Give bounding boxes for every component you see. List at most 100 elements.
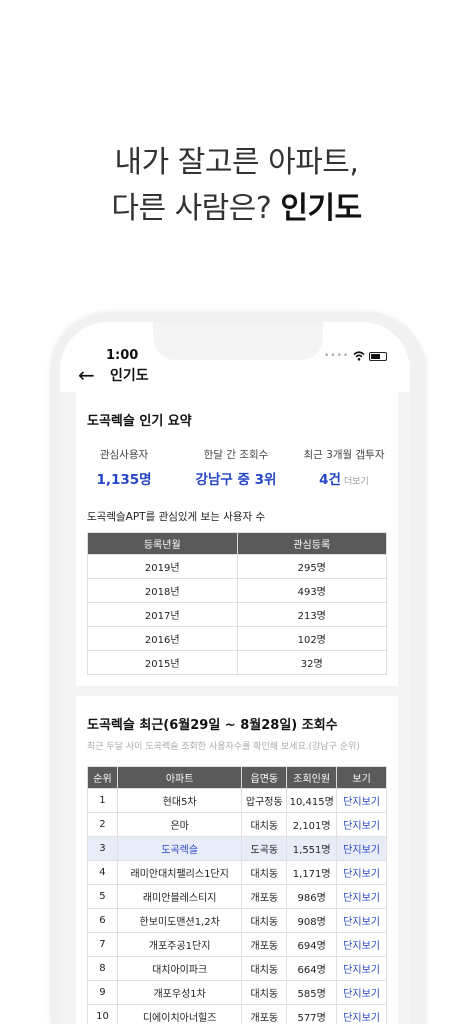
back-arrow-icon[interactable]: ← bbox=[78, 365, 110, 385]
battery-icon bbox=[369, 351, 388, 361]
viewers-cell: 1,551명 bbox=[286, 836, 338, 861]
rank-cell: 8 bbox=[87, 956, 118, 981]
wifi-icon bbox=[353, 351, 365, 361]
rank-cell: 3 bbox=[87, 836, 118, 861]
view-link[interactable]: 단지보기 bbox=[336, 860, 387, 885]
view-link[interactable]: 단지보기 bbox=[336, 884, 387, 909]
apartment-cell: 디에이치아너힐즈 bbox=[116, 1004, 243, 1024]
dong-cell: 대치동 bbox=[241, 908, 288, 933]
views-title: 도곡렉슬 최근(6월29일 ~ 8월28일) 조회수 bbox=[87, 718, 338, 733]
viewers-cell: 908명 bbox=[286, 908, 338, 933]
col-header-month: 등록년월 bbox=[87, 532, 238, 555]
rank-cell: 5 bbox=[87, 884, 118, 909]
summary-value-views: 강남구 중 3위 bbox=[195, 472, 277, 488]
interest-table: 등록년월 관심등록 2019년 295명 2018년 493명 2017년 213명 201… bbox=[87, 532, 387, 675]
interest-table-header: 등록년월 관심등록 bbox=[87, 532, 387, 555]
interest-month-cell: 2019년 bbox=[87, 554, 238, 579]
nav-title: 인기도 bbox=[110, 368, 149, 384]
dong-cell: 대치동 bbox=[241, 812, 288, 837]
apartment-cell: 도곡렉슬 bbox=[116, 836, 243, 861]
views-row: 6 한보미도맨션1,2차 대치동 908명 단지보기 bbox=[87, 908, 387, 933]
interest-count-cell: 32명 bbox=[236, 650, 387, 675]
view-link[interactable]: 단지보기 bbox=[336, 836, 387, 861]
status-time: 1:00 bbox=[106, 348, 139, 363]
apartment-cell: 현대5차 bbox=[116, 788, 243, 813]
view-link[interactable]: 단지보기 bbox=[336, 812, 387, 837]
views-row: 5 래미안블레스티지 개포동 986명 단지보기 bbox=[87, 884, 387, 909]
status-icons: •••• bbox=[324, 350, 388, 362]
page-headline: 내가 잘고른 아파트, 다른 사람은? 인기도 bbox=[0, 140, 473, 232]
interest-count-cell: 493명 bbox=[236, 578, 387, 603]
apartment-cell: 한보미도맨션1,2차 bbox=[116, 908, 243, 933]
views-card: 도곡렉슬 최근(6월29일 ~ 8월28일) 조회수 최근 두달 사이 도곡렉슬… bbox=[76, 696, 398, 1024]
views-row: 9 개포우성1차 대치동 585명 단지보기 bbox=[87, 980, 387, 1005]
col-header-apartment: 아파트 bbox=[116, 766, 243, 789]
view-link[interactable]: 단지보기 bbox=[336, 932, 387, 957]
views-row: 7 개포주공1단지 개포동 694명 단지보기 bbox=[87, 932, 387, 957]
interest-month-cell: 2016년 bbox=[87, 626, 238, 651]
headline-line1: 내가 잘고른 아파트, bbox=[114, 145, 359, 180]
interest-row: 2017년 213명 bbox=[87, 602, 387, 627]
headline-line2-prefix: 다른 사람은? bbox=[111, 191, 281, 226]
rank-cell: 1 bbox=[87, 788, 118, 813]
interest-row: 2018년 493명 bbox=[87, 578, 387, 603]
dong-cell: 대치동 bbox=[241, 956, 288, 981]
interest-count-cell: 213명 bbox=[236, 602, 387, 627]
dong-cell: 대치동 bbox=[241, 980, 288, 1005]
rank-cell: 6 bbox=[87, 908, 118, 933]
interest-row: 2015년 32명 bbox=[87, 650, 387, 675]
apartment-cell: 대치아이파크 bbox=[116, 956, 243, 981]
viewers-cell: 1,171명 bbox=[286, 860, 338, 885]
summary-card: 도곡렉슬 인기 요약 관심사용자 한달 간 조회수 최근 3개월 갭투자 1,1… bbox=[76, 392, 398, 686]
rank-cell: 9 bbox=[87, 980, 118, 1005]
interest-month-cell: 2015년 bbox=[87, 650, 238, 675]
view-link[interactable]: 단지보기 bbox=[336, 956, 387, 981]
views-row: 1 현대5차 압구정동 10,415명 단지보기 bbox=[87, 788, 387, 813]
rank-cell: 7 bbox=[87, 932, 118, 957]
interest-table-title: 도곡렉슬APT를 관심있게 보는 사용자 수 bbox=[87, 511, 266, 523]
summary-label-views: 한달 간 조회수 bbox=[203, 449, 269, 461]
dong-cell: 도곡동 bbox=[241, 836, 288, 861]
col-header-dong: 읍면동 bbox=[241, 766, 288, 789]
view-link[interactable]: 단지보기 bbox=[336, 788, 387, 813]
headline-line2: 다른 사람은? 인기도 bbox=[0, 186, 473, 232]
views-table-header: 순위 아파트 읍면동 조회인원 보기 bbox=[87, 766, 387, 789]
view-link[interactable]: 단지보기 bbox=[336, 908, 387, 933]
viewers-cell: 2,101명 bbox=[286, 812, 338, 837]
summary-gap-count: 4건 bbox=[319, 472, 341, 488]
apartment-cell: 개포주공1단지 bbox=[116, 932, 243, 957]
headline-line2-bold: 인기도 bbox=[280, 191, 362, 226]
views-description: 최근 두달 사이 도곡렉슬 조회한 사용자수를 확인해 보세요.(강남구 순위) bbox=[87, 742, 360, 752]
dong-cell: 압구정동 bbox=[241, 788, 288, 813]
viewers-cell: 577명 bbox=[286, 1004, 338, 1024]
phone-notch bbox=[153, 322, 323, 360]
col-header-viewers: 조회인원 bbox=[286, 766, 338, 789]
view-link[interactable]: 단지보기 bbox=[336, 1004, 387, 1024]
col-header-view: 보기 bbox=[336, 766, 387, 789]
col-header-rank: 순위 bbox=[87, 766, 118, 789]
summary-label-gap: 최근 3개월 갭투자 bbox=[303, 449, 385, 461]
col-header-registrations: 관심등록 bbox=[236, 532, 387, 555]
summary-label-users: 관심사용자 bbox=[99, 449, 149, 461]
views-row: 2 은마 대치동 2,101명 단지보기 bbox=[87, 812, 387, 837]
summary-value-users: 1,135명 bbox=[96, 472, 152, 488]
view-link[interactable]: 단지보기 bbox=[336, 980, 387, 1005]
viewers-cell: 585명 bbox=[286, 980, 338, 1005]
viewers-cell: 664명 bbox=[286, 956, 338, 981]
nav-bar: ← 인기도 bbox=[78, 362, 398, 388]
interest-month-cell: 2018년 bbox=[87, 578, 238, 603]
dong-cell: 대치동 bbox=[241, 860, 288, 885]
apartment-cell: 은마 bbox=[116, 812, 243, 837]
apartment-cell: 개포우성1차 bbox=[116, 980, 243, 1005]
interest-count-cell: 102명 bbox=[236, 626, 387, 651]
views-row: 4 래미안대치팰리스1단지 대치동 1,171명 단지보기 bbox=[87, 860, 387, 885]
signal-dots-icon: •••• bbox=[324, 351, 350, 361]
viewers-cell: 694명 bbox=[286, 932, 338, 957]
viewers-cell: 986명 bbox=[286, 884, 338, 909]
apartment-cell: 래미안대치팰리스1단지 bbox=[116, 860, 243, 885]
apartment-cell: 래미안블레스티지 bbox=[116, 884, 243, 909]
views-table: 순위 아파트 읍면동 조회인원 보기 1 현대5차 압구정동 10,415명 단지보기 2… bbox=[87, 766, 387, 1024]
rank-cell: 2 bbox=[87, 812, 118, 837]
gap-more-link[interactable]: 더보기 bbox=[344, 477, 369, 487]
views-row: 8 대치아이파크 대치동 664명 단지보기 bbox=[87, 956, 387, 981]
